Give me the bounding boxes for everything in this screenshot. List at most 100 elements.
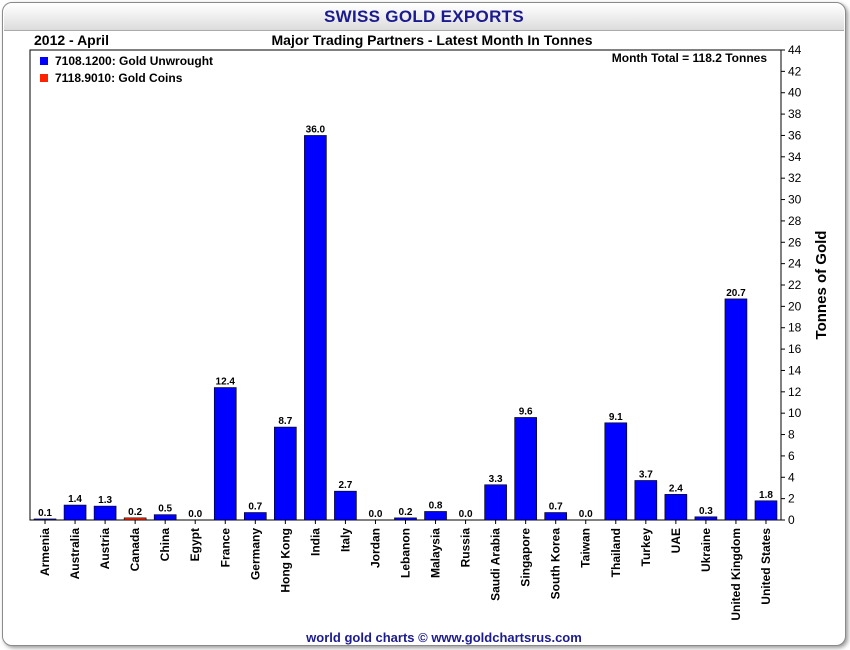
y-tick-label: 18 bbox=[788, 321, 802, 335]
bar-unwrought bbox=[424, 511, 447, 521]
bar-data-label: 2.7 bbox=[338, 480, 352, 491]
legend-label-unwrought: 7108.1200: Gold Unwrought bbox=[55, 54, 213, 68]
bar-data-label: 9.6 bbox=[519, 406, 533, 417]
y-tick-label: 12 bbox=[788, 385, 802, 399]
bar-data-label: 8.7 bbox=[278, 416, 292, 427]
x-tick-label: Taiwan bbox=[579, 528, 593, 568]
bar-unwrought bbox=[33, 518, 57, 521]
y-tick-label: 6 bbox=[788, 449, 795, 463]
y-tick-label: 34 bbox=[788, 150, 802, 164]
footer-credit: world gold charts © www.goldchartsrus.co… bbox=[305, 630, 582, 645]
legend-label-coins: 7118.9010: Gold Coins bbox=[55, 71, 183, 85]
x-tick-label: Jordan bbox=[368, 528, 382, 568]
y-tick-label: 10 bbox=[788, 406, 802, 420]
bar-unwrought bbox=[244, 512, 267, 521]
bar-unwrought bbox=[514, 417, 537, 521]
bar-unwrought bbox=[634, 480, 658, 521]
bar-unwrought bbox=[484, 484, 507, 521]
bar-data-label: 20.7 bbox=[726, 288, 746, 299]
bar-unwrought bbox=[334, 490, 357, 521]
bar-data-label: 2.4 bbox=[669, 483, 683, 494]
y-axis-group: 0246810121416182022242628303234363840424… bbox=[781, 43, 802, 527]
x-tick-label: Singapore bbox=[519, 528, 533, 587]
bar-unwrought bbox=[304, 135, 327, 521]
x-tick-label: Saudi Arabia bbox=[489, 528, 503, 601]
bar-data-label: 0.1 bbox=[38, 508, 52, 519]
bar-data-label: 12.4 bbox=[216, 377, 236, 388]
bar-unwrought bbox=[694, 516, 718, 521]
x-tick-label: South Korea bbox=[549, 528, 563, 600]
bar-data-label: 3.3 bbox=[489, 474, 503, 485]
bar-data-label: 0.0 bbox=[579, 509, 593, 520]
x-tick-label: China bbox=[158, 528, 172, 562]
bar-unwrought bbox=[274, 426, 297, 521]
bar-unwrought bbox=[63, 504, 87, 521]
x-tick-label: Malaysia bbox=[429, 528, 443, 578]
x-tick-label: Turkey bbox=[639, 528, 653, 567]
y-tick-label: 30 bbox=[788, 193, 802, 207]
bar-unwrought bbox=[153, 514, 177, 521]
y-tick-label: 22 bbox=[788, 278, 802, 292]
y-tick-label: 14 bbox=[788, 363, 802, 377]
chart-svg: 2012 - April Major Trading Partners - La… bbox=[29, 32, 830, 645]
plot-area bbox=[29, 49, 782, 521]
bar-unwrought bbox=[93, 505, 117, 521]
x-tick-label: Austria bbox=[98, 528, 112, 570]
x-tick-label: Russia bbox=[459, 528, 473, 568]
period-label: 2012 - April bbox=[34, 32, 109, 48]
bar-data-label: 0.2 bbox=[399, 507, 413, 518]
x-tick-label: Italy bbox=[338, 528, 352, 552]
x-tick-label: Ukraine bbox=[699, 528, 713, 572]
bar-unwrought bbox=[213, 387, 237, 521]
bar-unwrought bbox=[394, 517, 417, 521]
bar-data-label: 36.0 bbox=[306, 124, 326, 135]
bar-data-label: 9.1 bbox=[609, 412, 623, 423]
y-axis-title: Tonnes of Gold bbox=[813, 231, 830, 340]
bar-unwrought bbox=[724, 298, 748, 521]
y-tick-label: 28 bbox=[788, 214, 802, 228]
x-tick-label: United Kingdom bbox=[729, 528, 743, 621]
bar-data-label: 0.3 bbox=[699, 506, 713, 517]
bar-data-label: 0.5 bbox=[158, 504, 172, 515]
bar-unwrought bbox=[604, 422, 628, 521]
x-tick-label: Australia bbox=[68, 528, 82, 580]
legend-swatch-unwrought bbox=[40, 57, 48, 65]
y-tick-label: 20 bbox=[788, 299, 802, 313]
x-tick-label: Canada bbox=[128, 528, 142, 572]
bar-data-label: 0.7 bbox=[248, 502, 262, 513]
y-tick-label: 44 bbox=[788, 43, 802, 57]
bar-data-label: 3.7 bbox=[639, 469, 653, 480]
bar-data-label: 0.7 bbox=[549, 502, 563, 513]
x-tick-label: Hong Kong bbox=[278, 528, 292, 593]
bar-data-label: 0.0 bbox=[369, 509, 383, 520]
bar-data-label: 0.0 bbox=[459, 509, 473, 520]
y-tick-label: 36 bbox=[788, 128, 802, 142]
y-tick-label: 2 bbox=[788, 492, 795, 506]
bar-data-label: 1.3 bbox=[98, 495, 112, 506]
legend-swatch-coins bbox=[40, 74, 48, 82]
x-tick-label: United States bbox=[759, 528, 773, 605]
x-tick-label: UAE bbox=[669, 528, 683, 553]
x-tick-label: Armenia bbox=[38, 528, 52, 576]
y-tick-label: 38 bbox=[788, 107, 802, 121]
x-tick-label: Lebanon bbox=[399, 528, 413, 578]
y-tick-label: 4 bbox=[788, 470, 795, 484]
bar-unwrought bbox=[544, 512, 568, 521]
bar-data-label: 1.4 bbox=[68, 494, 82, 505]
y-tick-label: 8 bbox=[788, 428, 795, 442]
bar-data-label: 0.0 bbox=[188, 509, 202, 520]
month-total: Month Total = 118.2 Tonnes bbox=[612, 51, 768, 65]
x-tick-label: Thailand bbox=[609, 528, 623, 577]
x-tick-label: Germany bbox=[248, 528, 262, 580]
x-tick-label: Egypt bbox=[188, 528, 202, 561]
y-tick-label: 32 bbox=[788, 171, 802, 185]
x-ticks-group: Armenia Australia Austria Canada China Egypt F… bbox=[38, 520, 773, 621]
y-tick-label: 40 bbox=[788, 86, 802, 100]
y-tick-label: 16 bbox=[788, 342, 802, 356]
bar-data-label: 1.8 bbox=[759, 490, 773, 501]
y-tick-label: 26 bbox=[788, 235, 802, 249]
y-tick-label: 42 bbox=[788, 64, 802, 78]
bar-data-label: 0.8 bbox=[429, 500, 443, 511]
bar-unwrought bbox=[664, 494, 688, 521]
y-tick-label: 0 bbox=[788, 513, 795, 527]
